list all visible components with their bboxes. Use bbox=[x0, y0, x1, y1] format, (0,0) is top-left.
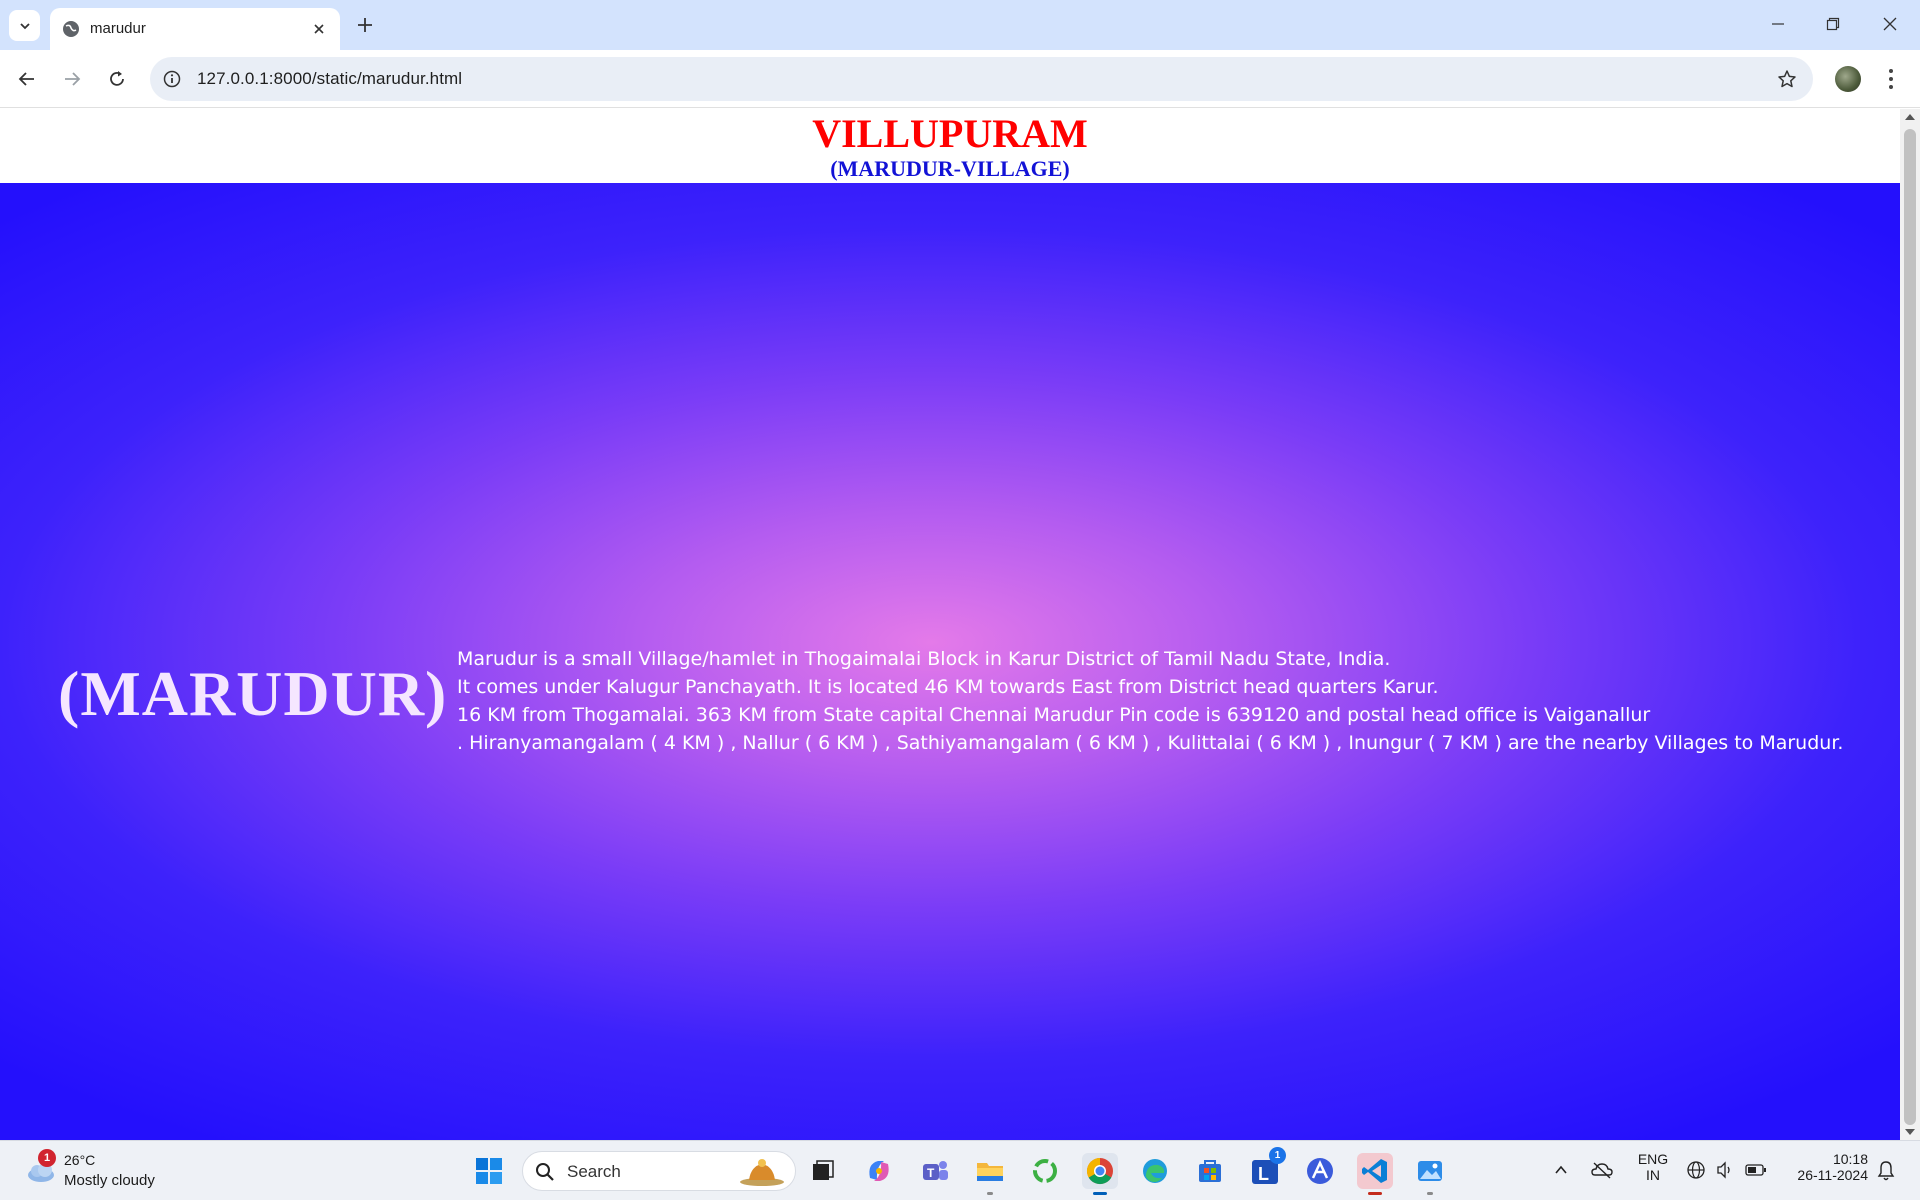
edge-icon bbox=[1143, 1159, 1167, 1183]
battery-icon[interactable] bbox=[1745, 1162, 1767, 1178]
language-indicator[interactable]: ENG IN bbox=[1633, 1151, 1673, 1183]
hero-section: (MARUDUR) Marudur is a small Village/ham… bbox=[0, 183, 1900, 1140]
minimize-button[interactable] bbox=[1764, 12, 1792, 36]
back-button[interactable] bbox=[14, 66, 40, 92]
start-button[interactable] bbox=[471, 1153, 507, 1189]
restore-button[interactable] bbox=[1819, 12, 1847, 36]
minimize-icon bbox=[1772, 23, 1784, 25]
search-placeholder: Search bbox=[567, 1162, 621, 1181]
active-indicator bbox=[1368, 1192, 1382, 1195]
volume-icon[interactable] bbox=[1715, 1160, 1735, 1180]
clock-time: 10:18 bbox=[1832, 1151, 1868, 1167]
browser-tab-strip: marudur bbox=[0, 0, 1920, 50]
teams-button[interactable]: T bbox=[917, 1153, 953, 1189]
site-info-icon[interactable] bbox=[162, 69, 182, 89]
chrome-button[interactable] bbox=[1082, 1153, 1118, 1195]
clock[interactable]: 10:18 26-11-2024 bbox=[1784, 1151, 1868, 1183]
chrome-icon bbox=[1086, 1157, 1113, 1185]
arrow-left-icon bbox=[18, 72, 34, 86]
reload-icon bbox=[110, 71, 124, 86]
vector-app-icon bbox=[1307, 1158, 1333, 1184]
task-view-icon bbox=[813, 1160, 834, 1180]
description-line: 16 KM from Thogamalai. 363 KM from State… bbox=[457, 704, 1651, 726]
svg-text:L: L bbox=[1258, 1164, 1269, 1184]
windows-start-icon bbox=[476, 1158, 502, 1184]
bookmark-star-icon[interactable] bbox=[1777, 69, 1797, 89]
profile-avatar[interactable] bbox=[1835, 66, 1861, 92]
description-line: It comes under Kalugur Panchayath. It is… bbox=[457, 676, 1439, 698]
photos-button[interactable] bbox=[1412, 1153, 1448, 1195]
network-globe-icon[interactable] bbox=[1686, 1160, 1706, 1180]
microsoft-store-button[interactable] bbox=[1192, 1153, 1228, 1189]
search-highlight-icon bbox=[740, 1159, 784, 1186]
description-line: Marudur is a small Village/hamlet in Tho… bbox=[457, 648, 1391, 670]
active-indicator bbox=[1093, 1192, 1107, 1195]
copilot-button[interactable] bbox=[861, 1153, 897, 1189]
search-icon bbox=[536, 1163, 554, 1181]
language-code: ENG bbox=[1637, 1151, 1669, 1167]
weather-condition[interactable]: Mostly cloudy bbox=[64, 1172, 155, 1189]
onedrive-icon[interactable] bbox=[1591, 1160, 1613, 1180]
show-hidden-icons-icon[interactable] bbox=[1553, 1162, 1569, 1178]
folder-icon bbox=[977, 1163, 1003, 1181]
notification-bell-icon[interactable] bbox=[1876, 1160, 1896, 1182]
arrow-right-icon bbox=[65, 72, 81, 86]
page-subtitle: (MARUDUR-VILLAGE) bbox=[830, 156, 1070, 181]
l-app-button[interactable]: L 1 bbox=[1247, 1147, 1286, 1189]
browser-menu-button[interactable] bbox=[1884, 66, 1898, 92]
close-window-button[interactable] bbox=[1876, 12, 1904, 36]
chevron-down-icon bbox=[19, 22, 30, 29]
circular-arrows-icon bbox=[1033, 1159, 1057, 1183]
taskbar-search[interactable]: Search bbox=[522, 1151, 796, 1191]
restore-icon bbox=[1826, 17, 1840, 31]
url-text[interactable]: 127.0.0.1:8000/static/marudur.html bbox=[197, 69, 462, 89]
edge-button[interactable] bbox=[1137, 1153, 1173, 1189]
description-line: . Hiranyamangalam ( 4 KM ) , Nallur ( 6 … bbox=[457, 732, 1844, 754]
close-icon bbox=[1883, 17, 1897, 31]
page-title: VILLUPURAM bbox=[812, 111, 1088, 156]
weather-badge: 1 bbox=[38, 1149, 56, 1167]
close-tab-icon[interactable] bbox=[310, 20, 328, 38]
scroll-down-arrow-icon[interactable] bbox=[1905, 1129, 1915, 1135]
page-viewport: VILLUPURAM (MARUDUR-VILLAGE) (MARUDUR) M… bbox=[0, 109, 1900, 1140]
forward-button[interactable] bbox=[59, 66, 85, 92]
svg-text:T: T bbox=[927, 1166, 935, 1180]
address-bar[interactable]: 127.0.0.1:8000/static/marudur.html bbox=[150, 57, 1813, 101]
photos-icon bbox=[1418, 1161, 1442, 1181]
vscode-icon bbox=[1362, 1159, 1387, 1183]
refresh-app-button[interactable] bbox=[1027, 1153, 1063, 1189]
teams-icon: T bbox=[923, 1161, 948, 1180]
open-indicator bbox=[987, 1192, 993, 1195]
reload-button[interactable] bbox=[104, 66, 130, 92]
browser-toolbar: 127.0.0.1:8000/static/marudur.html bbox=[0, 50, 1920, 108]
active-tab[interactable]: marudur bbox=[50, 8, 340, 50]
scrollbar-thumb[interactable] bbox=[1904, 129, 1916, 1125]
globe-icon bbox=[63, 21, 79, 37]
l-app-badge: 1 bbox=[1269, 1147, 1286, 1164]
scroll-up-arrow-icon[interactable] bbox=[1905, 114, 1915, 120]
region-code: IN bbox=[1646, 1167, 1660, 1183]
copilot-icon bbox=[869, 1161, 889, 1181]
windows-taskbar: 1 26°C Mostly cloudy Search T L 1 ENG IN… bbox=[0, 1140, 1920, 1200]
tab-title: marudur bbox=[90, 20, 146, 37]
vscode-button[interactable] bbox=[1357, 1153, 1393, 1195]
vector-app-button[interactable] bbox=[1302, 1153, 1338, 1189]
open-indicator bbox=[1427, 1192, 1433, 1195]
page-header: VILLUPURAM (MARUDUR-VILLAGE) bbox=[0, 109, 1900, 183]
store-icon bbox=[1199, 1160, 1221, 1182]
vertical-scrollbar[interactable] bbox=[1900, 109, 1920, 1140]
task-view-button[interactable] bbox=[805, 1153, 841, 1189]
hero-description: Marudur is a small Village/hamlet in Tho… bbox=[457, 645, 1877, 757]
file-explorer-button[interactable] bbox=[972, 1153, 1008, 1195]
hero-title: (MARUDUR) bbox=[58, 658, 448, 729]
weather-temperature[interactable]: 26°C bbox=[64, 1152, 95, 1168]
new-tab-icon[interactable] bbox=[353, 13, 377, 37]
clock-date: 26-11-2024 bbox=[1797, 1167, 1868, 1183]
tab-search-button[interactable] bbox=[9, 10, 40, 41]
